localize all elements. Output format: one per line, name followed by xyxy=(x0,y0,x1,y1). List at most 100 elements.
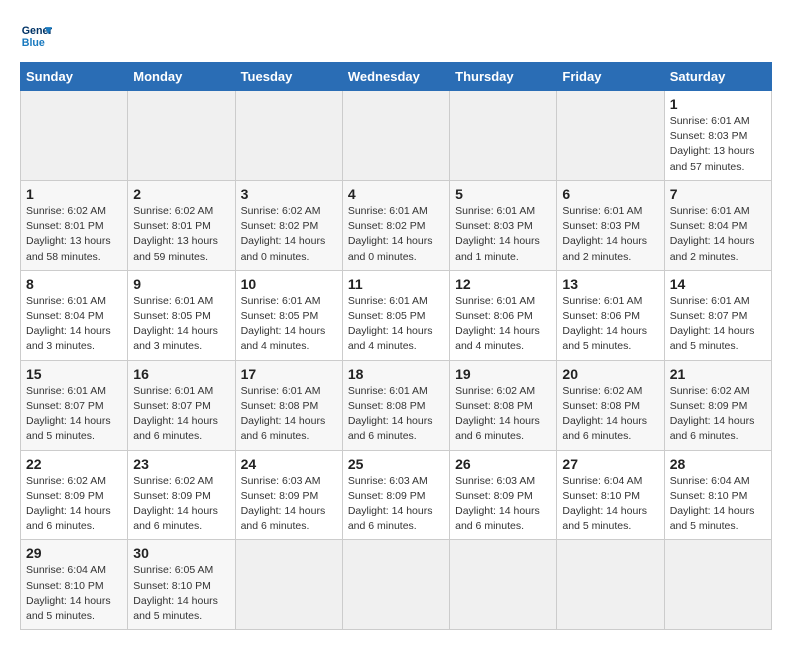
day-number: 5 xyxy=(455,186,551,202)
calendar-cell: 19 Sunrise: 6:02 AMSunset: 8:08 PMDayligh… xyxy=(450,360,557,450)
day-number: 16 xyxy=(133,366,229,382)
day-detail: Sunrise: 6:01 AMSunset: 8:03 PMDaylight:… xyxy=(670,114,766,175)
calendar-body: 1 Sunrise: 6:01 AMSunset: 8:03 PMDaylight… xyxy=(21,91,772,630)
calendar-cell: 2 Sunrise: 6:02 AMSunset: 8:01 PMDaylight… xyxy=(128,180,235,270)
calendar-cell: 5 Sunrise: 6:01 AMSunset: 8:03 PMDaylight… xyxy=(450,180,557,270)
day-number: 12 xyxy=(455,276,551,292)
calendar-cell: 30 Sunrise: 6:05 AMSunset: 8:10 PMDayligh… xyxy=(128,540,235,630)
col-header-saturday: Saturday xyxy=(664,63,771,91)
day-number: 27 xyxy=(562,456,658,472)
calendar-cell: 1 Sunrise: 6:02 AMSunset: 8:01 PMDaylight… xyxy=(21,180,128,270)
calendar-cell: 11Sunrise: 6:01 AMSunset: 8:05 PMDayligh… xyxy=(342,270,449,360)
day-number: 17 xyxy=(241,366,337,382)
col-header-sunday: Sunday xyxy=(21,63,128,91)
calendar-cell xyxy=(235,540,342,630)
day-number: 2 xyxy=(133,186,229,202)
day-number: 15 xyxy=(26,366,122,382)
calendar-table: SundayMondayTuesdayWednesdayThursdayFrid… xyxy=(20,62,772,630)
calendar-cell xyxy=(450,91,557,181)
calendar-cell: 17 Sunrise: 6:01 AMSunset: 8:08 PMDayligh… xyxy=(235,360,342,450)
day-detail: Sunrise: 6:03 AMSunset: 8:09 PMDaylight:… xyxy=(348,474,444,535)
day-number: 25 xyxy=(348,456,444,472)
calendar-cell xyxy=(128,91,235,181)
col-header-monday: Monday xyxy=(128,63,235,91)
day-number: 3 xyxy=(241,186,337,202)
day-number: 29 xyxy=(26,545,122,561)
calendar-cell: 3 Sunrise: 6:02 AMSunset: 8:02 PMDaylight… xyxy=(235,180,342,270)
calendar-cell: 7 Sunrise: 6:01 AMSunset: 8:04 PMDaylight… xyxy=(664,180,771,270)
day-number: 28 xyxy=(670,456,766,472)
calendar-week-3: 8 Sunrise: 6:01 AMSunset: 8:04 PMDaylight… xyxy=(21,270,772,360)
day-detail: Sunrise: 6:02 AMSunset: 8:01 PMDaylight:… xyxy=(133,204,229,265)
col-header-friday: Friday xyxy=(557,63,664,91)
day-number: 22 xyxy=(26,456,122,472)
day-detail: Sunrise: 6:01 AMSunset: 8:07 PMDaylight:… xyxy=(670,294,766,355)
calendar-week-5: 22 Sunrise: 6:02 AMSunset: 8:09 PMDayligh… xyxy=(21,450,772,540)
day-detail: Sunrise: 6:01 AMSunset: 8:04 PMDaylight:… xyxy=(670,204,766,265)
calendar-cell: 1 Sunrise: 6:01 AMSunset: 8:03 PMDaylight… xyxy=(664,91,771,181)
day-detail: Sunrise: 6:02 AMSunset: 8:01 PMDaylight:… xyxy=(26,204,122,265)
calendar-cell: 14Sunrise: 6:01 AMSunset: 8:07 PMDayligh… xyxy=(664,270,771,360)
calendar-cell: 13Sunrise: 6:01 AMSunset: 8:06 PMDayligh… xyxy=(557,270,664,360)
day-detail: Sunrise: 6:01 AMSunset: 8:03 PMDaylight:… xyxy=(455,204,551,265)
day-detail: Sunrise: 6:02 AMSunset: 8:02 PMDaylight:… xyxy=(241,204,337,265)
day-number: 20 xyxy=(562,366,658,382)
day-detail: Sunrise: 6:01 AMSunset: 8:03 PMDaylight:… xyxy=(562,204,658,265)
calendar-cell xyxy=(664,540,771,630)
day-detail: Sunrise: 6:03 AMSunset: 8:09 PMDaylight:… xyxy=(241,474,337,535)
day-number: 23 xyxy=(133,456,229,472)
day-number: 19 xyxy=(455,366,551,382)
calendar-cell xyxy=(21,91,128,181)
day-number: 18 xyxy=(348,366,444,382)
calendar-cell: 24 Sunrise: 6:03 AMSunset: 8:09 PMDayligh… xyxy=(235,450,342,540)
day-number: 1 xyxy=(26,186,122,202)
day-detail: Sunrise: 6:01 AMSunset: 8:05 PMDaylight:… xyxy=(241,294,337,355)
calendar-week-6: 29 Sunrise: 6:04 AMSunset: 8:10 PMDayligh… xyxy=(21,540,772,630)
day-detail: Sunrise: 6:01 AMSunset: 8:07 PMDaylight:… xyxy=(26,384,122,445)
calendar-week-2: 1 Sunrise: 6:02 AMSunset: 8:01 PMDaylight… xyxy=(21,180,772,270)
day-detail: Sunrise: 6:04 AMSunset: 8:10 PMDaylight:… xyxy=(26,563,122,624)
day-number: 10 xyxy=(241,276,337,292)
logo-icon: General Blue xyxy=(20,20,52,52)
day-number: 24 xyxy=(241,456,337,472)
day-number: 8 xyxy=(26,276,122,292)
day-detail: Sunrise: 6:01 AMSunset: 8:02 PMDaylight:… xyxy=(348,204,444,265)
calendar-cell: 15 Sunrise: 6:01 AMSunset: 8:07 PMDayligh… xyxy=(21,360,128,450)
calendar-cell: 25 Sunrise: 6:03 AMSunset: 8:09 PMDayligh… xyxy=(342,450,449,540)
day-detail: Sunrise: 6:02 AMSunset: 8:09 PMDaylight:… xyxy=(670,384,766,445)
calendar-cell: 12 Sunrise: 6:01 AMSunset: 8:06 PMDayligh… xyxy=(450,270,557,360)
calendar-cell: 6Sunrise: 6:01 AMSunset: 8:03 PMDaylight… xyxy=(557,180,664,270)
day-number: 30 xyxy=(133,545,229,561)
calendar-cell: 18Sunrise: 6:01 AMSunset: 8:08 PMDayligh… xyxy=(342,360,449,450)
day-number: 1 xyxy=(670,96,766,112)
day-detail: Sunrise: 6:04 AMSunset: 8:10 PMDaylight:… xyxy=(562,474,658,535)
day-detail: Sunrise: 6:02 AMSunset: 8:09 PMDaylight:… xyxy=(26,474,122,535)
day-detail: Sunrise: 6:01 AMSunset: 8:06 PMDaylight:… xyxy=(455,294,551,355)
day-number: 11 xyxy=(348,276,444,292)
calendar-cell: 28Sunrise: 6:04 AMSunset: 8:10 PMDayligh… xyxy=(664,450,771,540)
calendar-cell: 20Sunrise: 6:02 AMSunset: 8:08 PMDayligh… xyxy=(557,360,664,450)
calendar-cell xyxy=(450,540,557,630)
day-number: 9 xyxy=(133,276,229,292)
day-number: 21 xyxy=(670,366,766,382)
calendar-cell: 4 Sunrise: 6:01 AMSunset: 8:02 PMDaylight… xyxy=(342,180,449,270)
day-detail: Sunrise: 6:05 AMSunset: 8:10 PMDaylight:… xyxy=(133,563,229,624)
calendar-cell: 26 Sunrise: 6:03 AMSunset: 8:09 PMDayligh… xyxy=(450,450,557,540)
day-detail: Sunrise: 6:02 AMSunset: 8:08 PMDaylight:… xyxy=(455,384,551,445)
day-detail: Sunrise: 6:02 AMSunset: 8:09 PMDaylight:… xyxy=(133,474,229,535)
calendar-week-1: 1 Sunrise: 6:01 AMSunset: 8:03 PMDaylight… xyxy=(21,91,772,181)
col-header-thursday: Thursday xyxy=(450,63,557,91)
calendar-cell: 23 Sunrise: 6:02 AMSunset: 8:09 PMDayligh… xyxy=(128,450,235,540)
day-number: 7 xyxy=(670,186,766,202)
calendar-cell: 9Sunrise: 6:01 AMSunset: 8:05 PMDaylight… xyxy=(128,270,235,360)
day-detail: Sunrise: 6:01 AMSunset: 8:04 PMDaylight:… xyxy=(26,294,122,355)
day-number: 26 xyxy=(455,456,551,472)
col-header-wednesday: Wednesday xyxy=(342,63,449,91)
day-number: 4 xyxy=(348,186,444,202)
day-detail: Sunrise: 6:01 AMSunset: 8:06 PMDaylight:… xyxy=(562,294,658,355)
day-detail: Sunrise: 6:01 AMSunset: 8:08 PMDaylight:… xyxy=(241,384,337,445)
day-detail: Sunrise: 6:01 AMSunset: 8:07 PMDaylight:… xyxy=(133,384,229,445)
calendar-cell: 10 Sunrise: 6:01 AMSunset: 8:05 PMDayligh… xyxy=(235,270,342,360)
logo: General Blue xyxy=(20,20,52,52)
day-detail: Sunrise: 6:03 AMSunset: 8:09 PMDaylight:… xyxy=(455,474,551,535)
